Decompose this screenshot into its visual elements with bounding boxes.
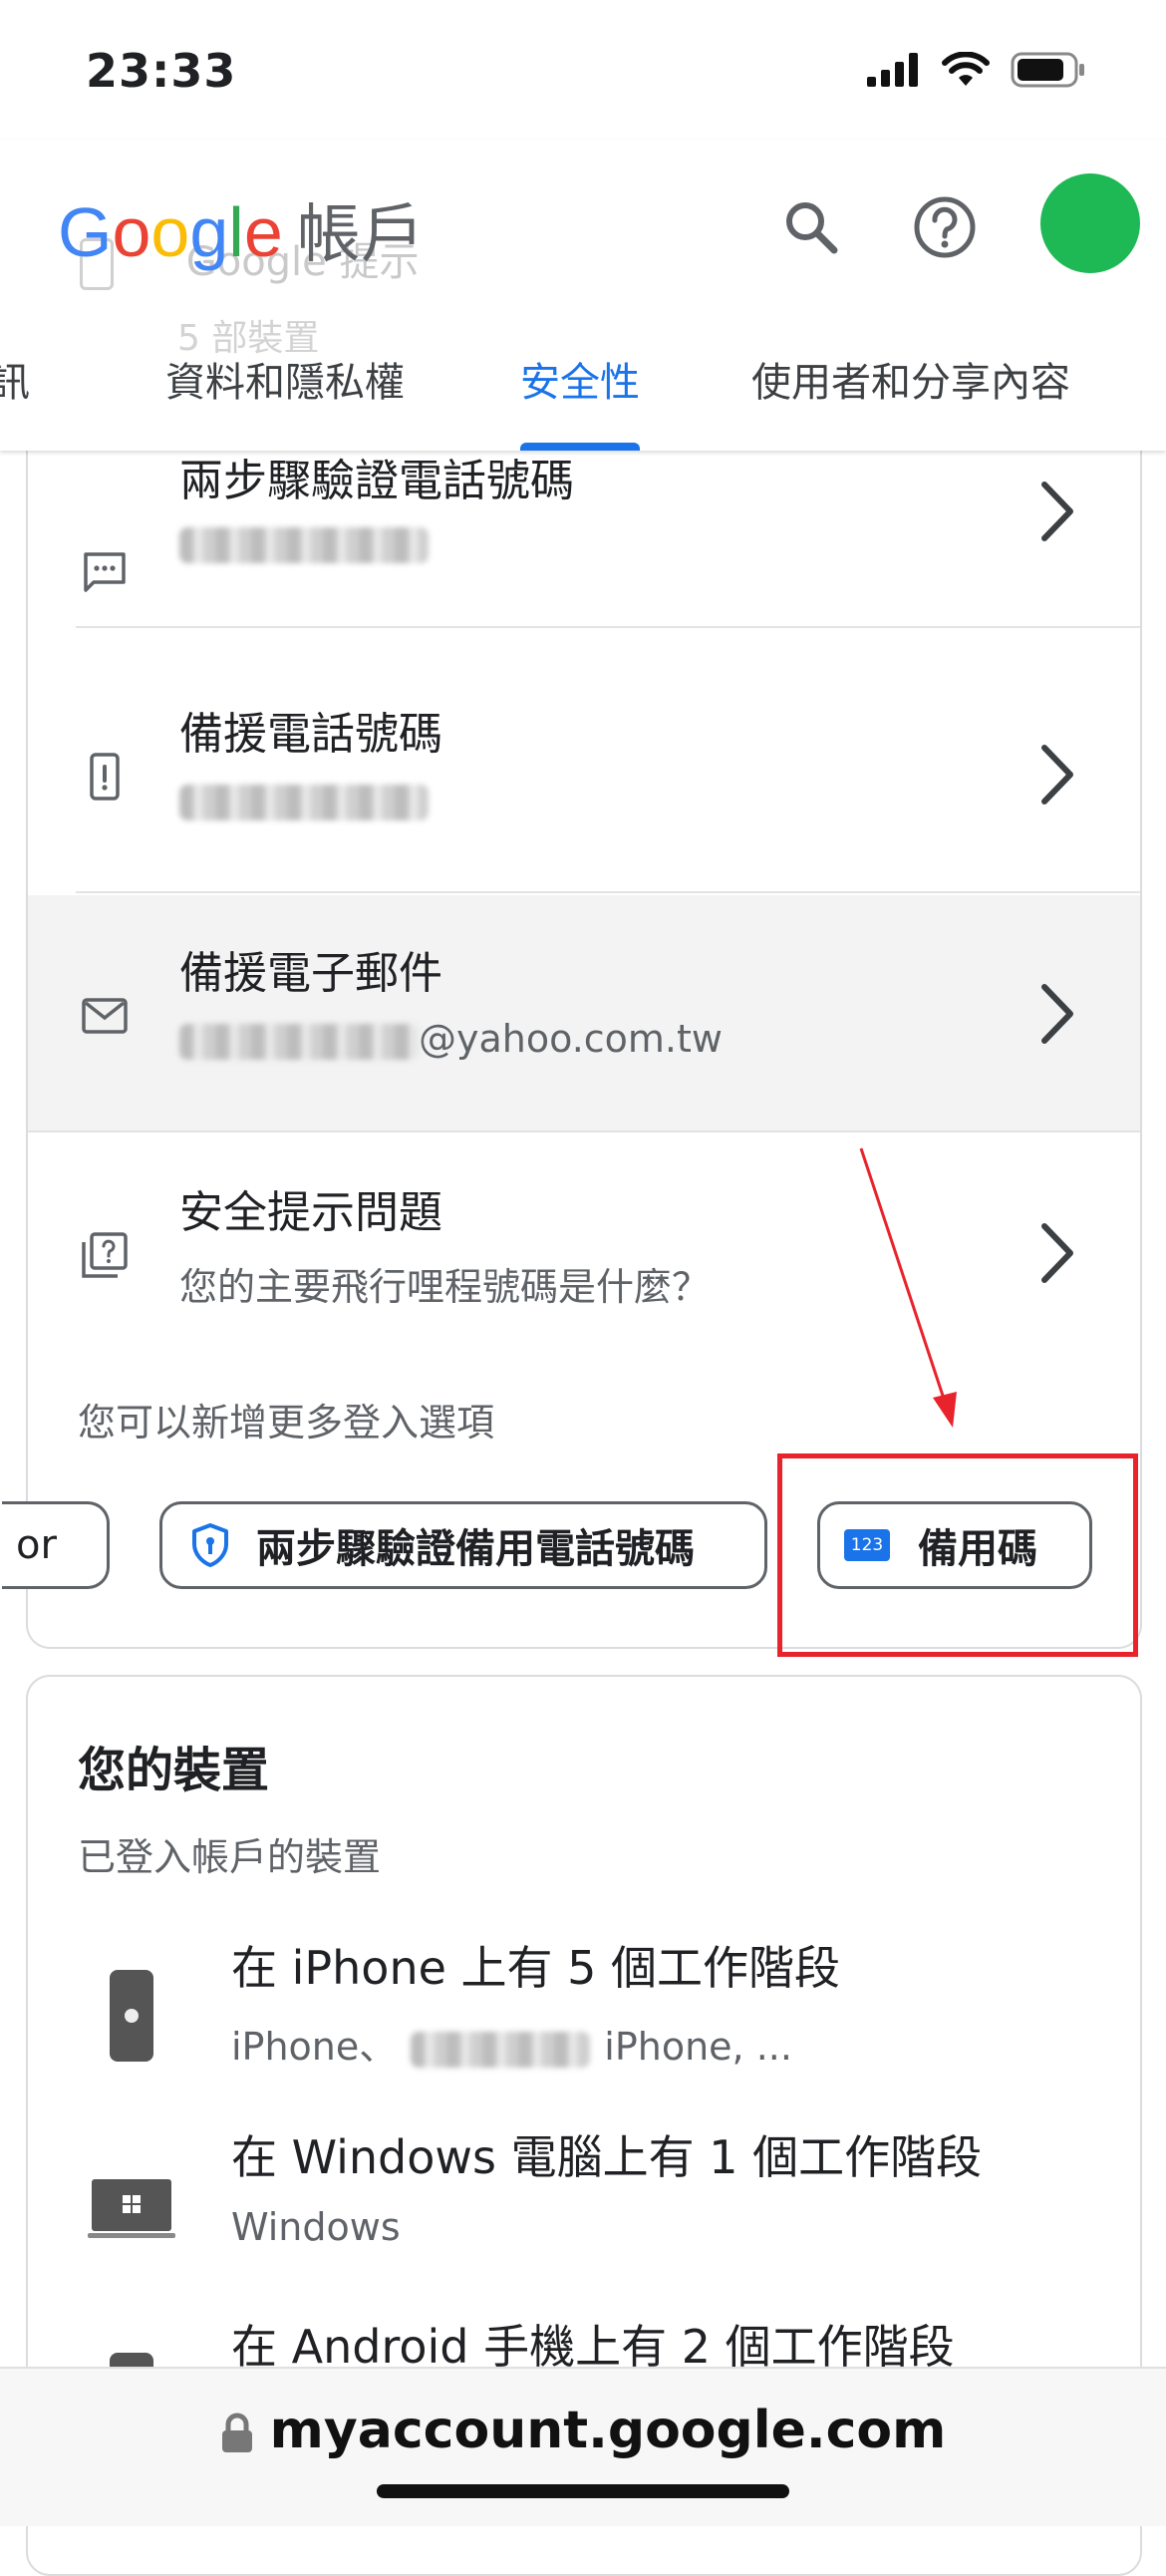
chevron-right-icon [1041, 984, 1073, 1044]
logo-letter-o2: o [150, 193, 190, 271]
lock-icon [221, 2413, 252, 2452]
phone-alert-icon [90, 753, 120, 801]
row-subtitle: 您的主要飛行哩程號碼是什麼？ [179, 1265, 711, 1309]
devices-title: 您的裝置 [78, 1743, 270, 1798]
row-title: 安全提示問題 [179, 1187, 442, 1238]
logo-letter-o1: o [112, 193, 151, 271]
logo-letter-e: e [243, 193, 283, 271]
highlight-box [777, 1453, 1138, 1657]
devices-subtitle: 已登入帳戶的裝置 [78, 1835, 382, 1879]
divider [28, 1130, 1140, 1132]
chevron-right-icon [1041, 1223, 1073, 1283]
battery-icon [1011, 52, 1084, 88]
tab-personal-info[interactable]: 訊 [0, 357, 30, 451]
logo-letter-g2: g [189, 193, 229, 271]
cellular-signal-icon [867, 53, 918, 87]
divider [76, 626, 1140, 628]
home-indicator [377, 2484, 789, 2498]
add-more-note: 您可以新增更多登入選項 [78, 1401, 495, 1445]
tab-data-privacy[interactable]: 資料和隱私權 [165, 357, 405, 451]
mail-icon [82, 998, 128, 1034]
row-backup-phone[interactable]: 備援電話號碼 [28, 656, 1140, 893]
search-button[interactable] [773, 189, 849, 265]
account-label: 帳戶 [296, 198, 425, 272]
annotation-arrow-icon [859, 1147, 957, 1428]
row-security-question[interactable]: 安全提示問題 您的主要飛行哩程號碼是什麼？ [28, 1134, 1140, 1372]
tab-security[interactable]: 安全性 [520, 357, 640, 451]
signin-options-card: 兩步驟驗證電話號碼 備援電話號碼 備援電子郵件 @yahoo.com.tw 安全… [2, 299, 1142, 1649]
app-header: Google 提示 5 部裝置 Google 帳戶 訊 資料和隱私權 安全性 使用… [0, 140, 1166, 451]
blurred-phone-number [179, 520, 429, 564]
recovery-email-value: @yahoo.com.tw [179, 1017, 723, 1061]
device-row-iphone[interactable]: 在 iPhone 上有 5 個工作階段 iPhone、 iPhone, ... [28, 1932, 1140, 2121]
chip-authenticator[interactable]: or [2, 1501, 110, 1589]
logo-letter-l: l [228, 193, 244, 271]
windows-laptop-icon [88, 2179, 175, 2238]
device-title: 在 iPhone 上有 5 個工作階段 [231, 1941, 841, 1995]
security-question-icon [82, 1232, 128, 1278]
chip-label: 兩步驟驗證備用電話號碼 [256, 1526, 695, 1572]
status-time: 23:33 [86, 44, 237, 98]
chevron-right-icon [1041, 745, 1073, 805]
status-bar: 23:33 [0, 0, 1166, 140]
row-title: 兩步驟驗證電話號碼 [179, 456, 574, 506]
browser-url-bar[interactable]: myaccount.google.com [0, 2367, 1166, 2526]
chevron-right-icon [1041, 482, 1073, 541]
device-title: 在 Windows 電腦上有 1 個工作階段 [231, 2130, 983, 2184]
status-icons [867, 52, 1086, 88]
sms-icon [84, 552, 126, 592]
tab-people-sharing[interactable]: 使用者和分享內容 [751, 357, 1070, 451]
wifi-icon [942, 52, 990, 86]
help-button[interactable] [907, 189, 983, 265]
device-subtitle: Windows [231, 2205, 401, 2249]
google-account-logo[interactable]: Google 帳戶 [58, 183, 425, 275]
help-icon [914, 196, 976, 258]
chip-2sv-backup-phone[interactable]: 兩步驟驗證備用電話號碼 [159, 1501, 767, 1589]
divider [76, 891, 1140, 893]
google-logo: Google [58, 193, 283, 271]
search-icon [786, 202, 838, 254]
shield-icon [192, 1523, 228, 1567]
iphone-icon [110, 1970, 153, 2062]
ghost-card-subtitle: 5 部裝置 [177, 318, 320, 359]
url-display[interactable]: myaccount.google.com [0, 2401, 1166, 2460]
tab-bar: 訊 資料和隱私權 安全性 使用者和分享內容 [0, 357, 1166, 451]
row-2sv-phone[interactable]: 兩步驟驗證電話號碼 [28, 451, 1140, 688]
row-recovery-email[interactable]: 備援電子郵件 @yahoo.com.tw [28, 895, 1140, 1132]
chip-label: or [16, 1522, 57, 1568]
device-row-windows[interactable]: 在 Windows 電腦上有 1 個工作階段 Windows [28, 2121, 1140, 2311]
blurred-phone-number [179, 778, 429, 821]
tab-active-indicator [520, 443, 640, 451]
row-title: 備援電話號碼 [179, 709, 442, 760]
avatar[interactable] [1040, 173, 1140, 273]
url-text: myaccount.google.com [269, 2401, 947, 2460]
device-subtitle: iPhone、 iPhone, ... [231, 2025, 792, 2069]
logo-letter-g: G [58, 193, 113, 271]
row-title: 備援電子郵件 [179, 948, 442, 999]
